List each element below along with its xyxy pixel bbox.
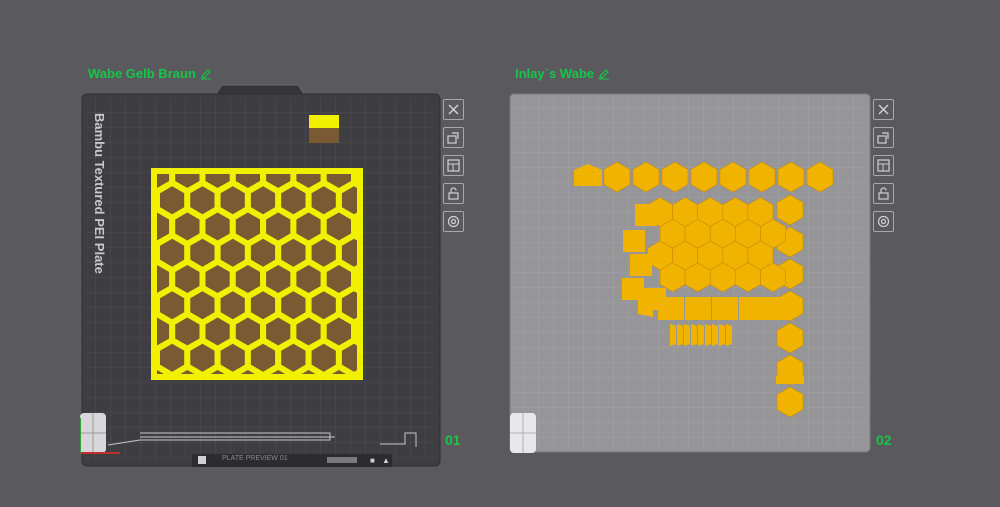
lock-button[interactable] (873, 183, 894, 204)
auto-orient-icon (447, 132, 459, 144)
inlay-partial[interactable] (623, 230, 645, 252)
lock-button[interactable] (443, 183, 464, 204)
plate-1-toolbar (443, 99, 464, 232)
plate-2-title-text: Inlay`s Wabe (515, 66, 594, 81)
close-button[interactable] (873, 99, 894, 120)
lock-icon[interactable]: ■ (370, 456, 375, 465)
inlay-sliver[interactable] (670, 324, 676, 346)
inlay-partial[interactable] (712, 297, 738, 320)
inlay-sliver[interactable] (698, 324, 704, 346)
auto-orient-icon (877, 132, 889, 144)
build-plate-1[interactable] (80, 82, 442, 470)
settings-icon (447, 215, 460, 228)
arrange-button[interactable] (873, 155, 894, 176)
inlay-partial[interactable] (622, 278, 644, 300)
plate-2-number: 02 (876, 432, 892, 448)
inlay-partial[interactable] (685, 297, 711, 320)
auto-orient-button[interactable] (443, 127, 464, 148)
status-field (327, 457, 357, 463)
edit-icon[interactable] (200, 68, 212, 80)
settings-icon (877, 215, 890, 228)
arrange-icon (447, 159, 460, 172)
bed-label-text: Bambu Textured PEI Plate (92, 113, 107, 274)
inlay-partial[interactable] (744, 297, 772, 320)
close-icon (448, 104, 459, 115)
inlay-sliver[interactable] (726, 324, 732, 346)
plate-status-bar: PLATE PREVIEW 01 ■ ▲ (192, 454, 392, 467)
inlay-partial[interactable] (630, 254, 652, 276)
edit-icon[interactable] (598, 68, 610, 80)
close-button[interactable] (443, 99, 464, 120)
inlay-sliver[interactable] (691, 324, 697, 346)
inlay-sliver[interactable] (705, 324, 711, 346)
lock-icon (448, 187, 459, 200)
color-cube[interactable] (309, 115, 339, 143)
settings-button[interactable] (443, 211, 464, 232)
upload-icon[interactable]: ▲ (382, 456, 390, 465)
inlay-sliver[interactable] (712, 324, 718, 346)
arrange-icon (877, 159, 890, 172)
inlay-partial[interactable] (658, 297, 684, 320)
auto-orient-button[interactable] (873, 127, 894, 148)
settings-button[interactable] (873, 211, 894, 232)
arrange-button[interactable] (443, 155, 464, 176)
plate-1-number: 01 (445, 432, 461, 448)
status-text: PLATE PREVIEW 01 (222, 455, 288, 462)
inlay-sliver[interactable] (677, 324, 683, 346)
plate-1-title[interactable]: Wabe Gelb Braun (88, 66, 212, 81)
inlay-partial[interactable] (638, 297, 653, 317)
inlay-partial[interactable] (635, 204, 657, 226)
close-icon (878, 104, 889, 115)
inlay-sliver[interactable] (684, 324, 690, 346)
grid-icon (198, 456, 206, 464)
build-plate-2[interactable] (508, 92, 872, 454)
plate-2-toolbar (873, 99, 894, 232)
plate-type-label: Bambu Textured PEI Plate (88, 113, 108, 293)
lock-icon (878, 187, 889, 200)
plate-1-title-text: Wabe Gelb Braun (88, 66, 196, 81)
plate-2-title[interactable]: Inlay`s Wabe (515, 66, 610, 81)
inlay-sliver[interactable] (719, 324, 725, 346)
